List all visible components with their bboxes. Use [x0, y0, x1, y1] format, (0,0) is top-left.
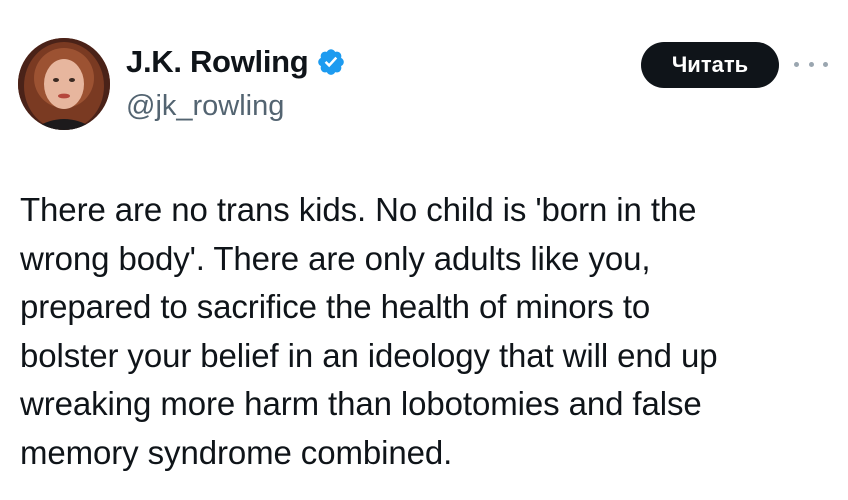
avatar-portrait-icon: [18, 38, 110, 130]
tweet-text-line: There are no trans kids. No child is 'bo…: [20, 191, 697, 228]
more-dot: [794, 61, 799, 67]
tweet-text-line: wrong body'. There are only adults like …: [20, 239, 651, 277]
author-display-name[interactable]: J.K. Rowling: [126, 44, 309, 80]
avatar[interactable]: [18, 38, 110, 130]
tweet-text-line: memory syndrome combined.: [20, 433, 453, 471]
more-dot: [808, 61, 814, 67]
tweet-card: J.K. Rowling @jk_rowling Читать There ar…: [0, 0, 848, 500]
more-dots-icon[interactable]: [794, 56, 828, 72]
verified-badge-icon[interactable]: [316, 47, 346, 77]
tweet-text: There are no trans kids. No child is 'bo…: [20, 186, 820, 477]
tweet-text-line: prepared to sacrifice the health of mino…: [20, 288, 651, 325]
tweet-text-line: bolster your belief in an ideology that …: [20, 336, 718, 374]
author-handle[interactable]: @jk_rowling: [126, 90, 284, 123]
read-button[interactable]: Читать: [641, 42, 779, 88]
tweet-text-line: wreaking more harm than lobotomies and f…: [20, 385, 702, 422]
author-name-row: J.K. Rowling: [126, 44, 346, 80]
more-dot: [823, 61, 828, 67]
